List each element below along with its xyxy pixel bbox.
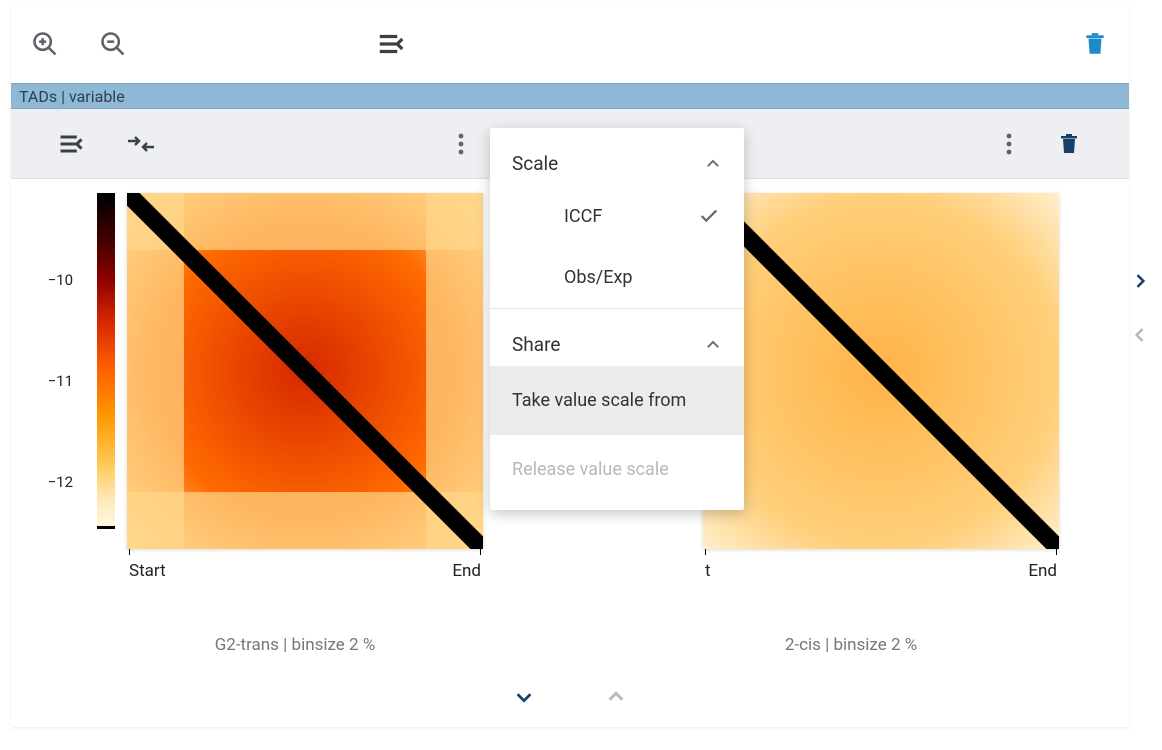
check-icon <box>698 205 720 227</box>
chevron-up-icon <box>605 686 627 708</box>
axis-end-label: End <box>1028 561 1057 581</box>
colorbar-tick: −10 <box>48 271 73 289</box>
zoom-out-icon <box>99 30 127 58</box>
chevron-down-icon <box>513 686 535 708</box>
zoom-in-icon <box>31 30 59 58</box>
merge-arrows-icon <box>126 130 156 158</box>
release-value-scale-button: Release value scale <box>490 435 744 504</box>
expand-down-button[interactable] <box>508 681 540 713</box>
panel-right-menu-button[interactable] <box>993 128 1025 160</box>
share-section-label: Share <box>512 333 560 356</box>
panel-options-dropdown: Scale ICCF Obs/Exp Share Take value scal… <box>490 128 744 510</box>
axis-end-label: End <box>452 561 481 581</box>
delete-panel-button[interactable] <box>1053 128 1085 160</box>
panel-left-menu-button[interactable] <box>445 128 477 160</box>
more-vert-icon <box>1005 132 1013 156</box>
scale-option-obsexp[interactable]: Obs/Exp <box>490 247 744 308</box>
chevron-up-icon <box>704 336 722 354</box>
delete-track-button[interactable] <box>1079 28 1111 60</box>
panel-collapse-button[interactable] <box>55 128 87 160</box>
scale-option-iccf[interactable]: ICCF <box>490 185 744 247</box>
scale-option-label: ICCF <box>564 206 602 227</box>
heatmap-image <box>703 193 1059 549</box>
colorbar: −10 −11 −12 <box>29 193 117 581</box>
axis-start-label: Start <box>129 561 166 581</box>
menu-collapse-icon <box>57 130 85 158</box>
release-value-scale-label: Release value scale <box>512 459 669 480</box>
zoom-out-button[interactable] <box>97 28 129 60</box>
track-header: TADs | variable <box>11 83 1129 109</box>
heatmap-image <box>127 193 483 549</box>
more-vert-icon <box>457 132 465 156</box>
merge-panels-button[interactable] <box>125 128 157 160</box>
colorbar-tick: −12 <box>48 473 73 491</box>
heatmap-left[interactable] <box>127 193 483 549</box>
trash-icon <box>1082 31 1108 57</box>
chevron-up-icon <box>704 155 722 173</box>
colorbar-tick: −11 <box>48 372 73 390</box>
take-value-scale-from-button[interactable]: Take value scale from <box>490 366 744 435</box>
scale-section-label: Scale <box>512 152 558 175</box>
take-value-scale-label: Take value scale from <box>512 390 686 411</box>
heatmap-panel-right: t End <box>703 193 1059 581</box>
share-section-header[interactable]: Share <box>490 309 744 366</box>
scale-section-header[interactable]: Scale <box>490 128 744 185</box>
menu-collapse-icon <box>376 29 406 59</box>
scale-option-label: Obs/Exp <box>564 267 632 288</box>
zoom-in-button[interactable] <box>29 28 61 60</box>
panel-caption-right: 2-cis | binsize 2 % <box>673 609 1029 667</box>
chevron-left-icon <box>1130 325 1150 345</box>
collapse-sidebar-button[interactable] <box>375 28 407 60</box>
axis-start-label: t <box>705 561 711 581</box>
top-toolbar <box>11 5 1129 83</box>
track-title: TADs | variable <box>19 87 125 106</box>
footer-nav <box>11 667 1129 727</box>
heatmap-right[interactable] <box>703 193 1059 549</box>
collapse-up-button[interactable] <box>600 681 632 713</box>
panel-caption-left: G2-trans | binsize 2 % <box>117 609 473 667</box>
heatmap-panel-left: Start End <box>127 193 483 581</box>
chevron-right-icon <box>1130 271 1150 291</box>
trash-icon <box>1057 132 1081 156</box>
